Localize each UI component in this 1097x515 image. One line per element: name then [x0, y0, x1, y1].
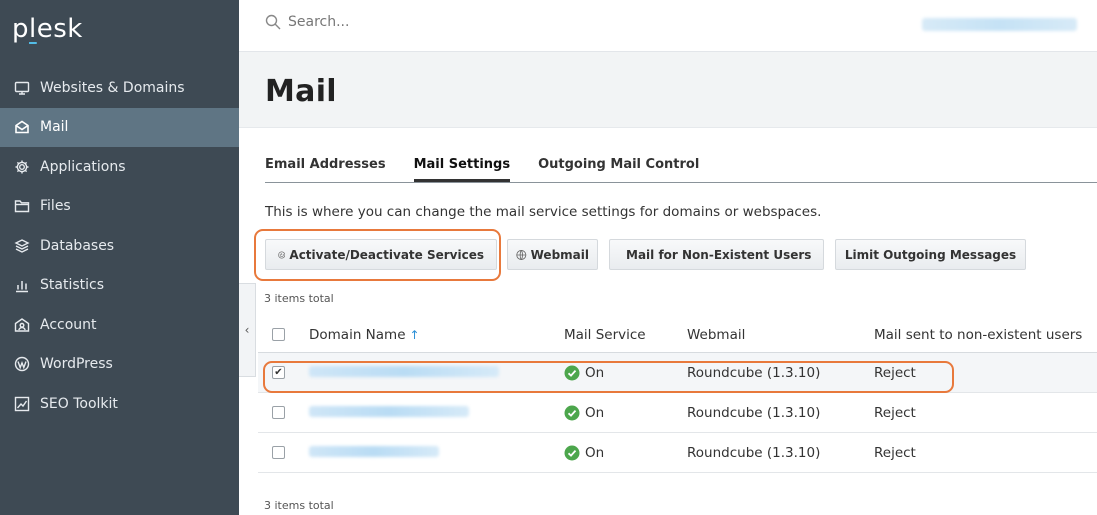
- search-input[interactable]: [288, 14, 688, 30]
- search-box: [265, 14, 688, 30]
- monitor-icon: [14, 80, 30, 96]
- domain-name-redacted[interactable]: [309, 445, 439, 457]
- gear-icon: [14, 159, 30, 175]
- domain-name-redacted[interactable]: [309, 365, 499, 377]
- domain-name-cell: [309, 405, 564, 421]
- sidebar-item-label: Databases: [40, 237, 115, 254]
- top-bar: [239, 0, 1097, 52]
- sidebar: plesk Websites & Domains Mail Applicatio…: [0, 0, 239, 515]
- account-icon: [14, 317, 30, 333]
- button-label: Activate/Deactivate Services: [289, 247, 484, 262]
- nonexistent-users-cell: Reject: [874, 364, 916, 381]
- webmail-cell: Roundcube (1.3.10): [687, 364, 821, 381]
- mail-service-cell: On: [564, 405, 687, 421]
- seo-chart-icon: [14, 396, 30, 412]
- domain-name-cell: [309, 445, 564, 461]
- sidebar-item-files[interactable]: Files: [0, 187, 239, 227]
- bar-chart-icon: [14, 277, 30, 293]
- folder-icon: [14, 198, 30, 214]
- sidebar-item-label: Mail: [40, 119, 69, 136]
- user-account-redacted[interactable]: [922, 18, 1077, 31]
- sidebar-collapse-toggle[interactable]: ‹: [239, 283, 256, 377]
- sidebar-item-applications[interactable]: Applications: [0, 147, 239, 187]
- search-icon: [265, 14, 281, 30]
- sidebar-item-databases[interactable]: Databases: [0, 226, 239, 266]
- domain-name-redacted[interactable]: [309, 405, 469, 417]
- chevron-left-icon: ‹: [244, 323, 250, 337]
- page-title: Mail: [265, 74, 337, 109]
- button-label: Limit Outgoing Messages: [844, 247, 1017, 262]
- column-header-domain[interactable]: Domain Name ↑: [309, 327, 564, 343]
- row-select-cell: [258, 446, 309, 459]
- table-row[interactable]: On Roundcube (1.3.10) Reject: [258, 393, 1097, 433]
- select-all-checkbox[interactable]: [272, 328, 285, 341]
- table-row[interactable]: On Roundcube (1.3.10) Reject: [258, 433, 1097, 473]
- button-label: Mail for Non-Existent Users: [626, 247, 812, 262]
- mail-service-status: On: [585, 364, 605, 381]
- row-checkbox[interactable]: ✔: [272, 366, 285, 379]
- sidebar-item-label: SEO Toolkit: [40, 395, 118, 412]
- column-header-mail-service: Mail Service: [564, 326, 646, 343]
- check-circle-icon: [564, 405, 580, 420]
- mail-service-cell: On: [564, 445, 687, 461]
- table-row[interactable]: ✔ On Roundcube (1.3.10) Reject: [258, 353, 1097, 393]
- row-checkbox[interactable]: [272, 406, 285, 419]
- limit-outgoing-messages-button[interactable]: Limit Outgoing Messages: [835, 239, 1026, 270]
- webmail-cell: Roundcube (1.3.10): [687, 444, 821, 461]
- items-total-bottom: 3 items total: [264, 499, 334, 512]
- sidebar-item-mail[interactable]: Mail: [0, 107, 239, 147]
- column-header-nonexistent: Mail sent to non-existent users: [874, 326, 1083, 343]
- toolbar: Activate/Deactivate Services Webmail Mai…: [265, 239, 1037, 270]
- nonexistent-users-cell: Reject: [874, 444, 916, 461]
- table-header-row: Domain Name ↑ Mail Service Webmail Mail s…: [258, 317, 1097, 353]
- sidebar-item-seo-toolkit[interactable]: SEO Toolkit: [0, 384, 239, 424]
- nonexistent-users-cell: Reject: [874, 404, 916, 421]
- domains-table: Domain Name ↑ Mail Service Webmail Mail s…: [258, 317, 1097, 473]
- tab-bar: Email Addresses Mail Settings Outgoing M…: [265, 157, 1097, 183]
- sort-ascending-icon: ↑: [409, 327, 420, 342]
- database-icon: [14, 238, 30, 254]
- row-checkbox[interactable]: [272, 446, 285, 459]
- check-circle-icon: [564, 365, 580, 380]
- webmail-button[interactable]: Webmail: [507, 239, 598, 270]
- sidebar-item-label: Applications: [40, 158, 126, 175]
- sidebar-item-label: Account: [40, 316, 97, 333]
- select-all-cell: [258, 328, 309, 341]
- row-select-cell: [258, 406, 309, 419]
- row-select-cell: ✔: [258, 366, 309, 379]
- sidebar-item-wordpress[interactable]: WordPress: [0, 345, 239, 385]
- sidebar-item-label: WordPress: [40, 356, 113, 373]
- mail-service-status: On: [585, 404, 605, 421]
- sidebar-item-account[interactable]: Account: [0, 305, 239, 345]
- sidebar-nav: Websites & Domains Mail Applications Fil…: [0, 68, 239, 424]
- check-circle-icon: [564, 445, 580, 460]
- column-header-label: Domain Name: [309, 326, 406, 343]
- tab-email-addresses[interactable]: Email Addresses: [265, 157, 386, 182]
- mail-service-cell: On: [564, 365, 687, 381]
- wordpress-icon: [14, 356, 30, 372]
- sidebar-item-label: Statistics: [40, 277, 104, 294]
- webmail-icon: [516, 249, 527, 260]
- tab-outgoing-mail-control[interactable]: Outgoing Mail Control: [538, 157, 699, 182]
- button-label: Webmail: [530, 247, 589, 262]
- page-description: This is where you can change the mail se…: [265, 204, 822, 220]
- sidebar-item-label: Websites & Domains: [40, 79, 185, 96]
- mail-service-status: On: [585, 444, 605, 461]
- sidebar-item-statistics[interactable]: Statistics: [0, 266, 239, 306]
- webmail-cell: Roundcube (1.3.10): [687, 404, 821, 421]
- column-header-webmail: Webmail: [687, 326, 746, 343]
- activate-deactivate-services-button[interactable]: Activate/Deactivate Services: [265, 239, 497, 270]
- domain-name-cell: [309, 365, 564, 381]
- mail-for-nonexistent-users-button[interactable]: Mail for Non-Existent Users: [609, 239, 824, 270]
- power-icon: [278, 251, 286, 258]
- mail-icon: [14, 119, 30, 135]
- tab-mail-settings[interactable]: Mail Settings: [413, 157, 511, 182]
- plesk-logo[interactable]: plesk: [0, 0, 239, 56]
- sidebar-item-websites-domains[interactable]: Websites & Domains: [0, 68, 239, 108]
- sidebar-item-label: Files: [40, 198, 71, 215]
- page-header: Mail: [239, 52, 1097, 128]
- items-total-top: 3 items total: [264, 292, 334, 305]
